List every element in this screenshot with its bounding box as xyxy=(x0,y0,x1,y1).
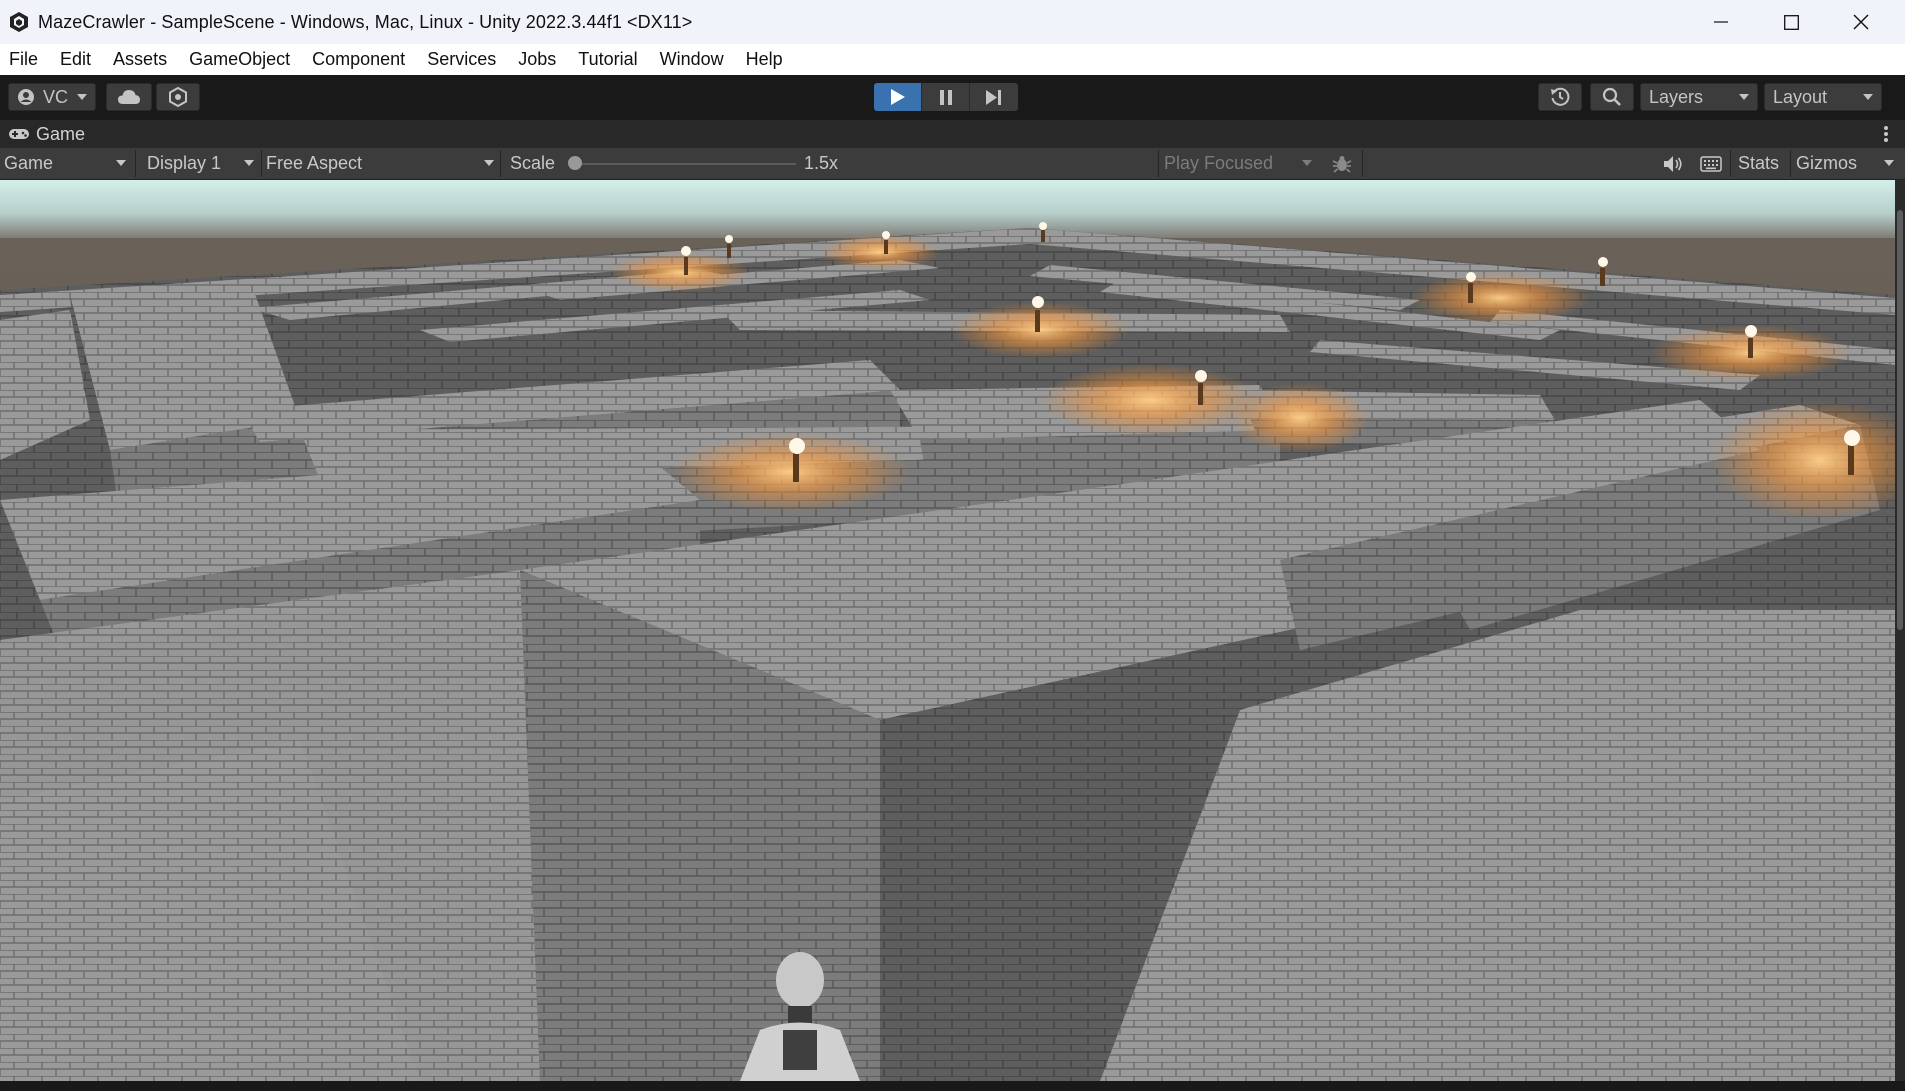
chevron-down-icon xyxy=(1884,160,1894,166)
gizmos-label: Gizmos xyxy=(1796,153,1858,173)
search-icon xyxy=(1602,87,1621,106)
menu-component[interactable]: Component xyxy=(301,44,416,75)
game-viewport[interactable] xyxy=(0,180,1895,1081)
gizmos-dropdown[interactable]: Gizmos xyxy=(1796,148,1896,179)
menu-help[interactable]: Help xyxy=(735,44,794,75)
menu-edit[interactable]: Edit xyxy=(49,44,102,75)
scale-slider-thumb[interactable] xyxy=(568,156,582,170)
scale-value: 1.5x xyxy=(804,153,839,173)
menu-bar: File Edit Assets GameObject Component Se… xyxy=(0,44,1905,75)
bug-icon xyxy=(1332,155,1352,173)
vc-dropdown[interactable]: VC xyxy=(8,83,96,111)
search-button[interactable] xyxy=(1590,83,1634,111)
layout-dropdown[interactable]: Layout xyxy=(1764,83,1882,111)
game-view-toolbar: Game Display 1 Free Aspect Scale 1.5x Pl… xyxy=(0,148,1905,180)
display-label: Display 1 xyxy=(147,153,222,173)
view-type-label: Game xyxy=(4,153,54,173)
viewport-scrollbar[interactable] xyxy=(1895,180,1905,1081)
chevron-down-icon xyxy=(484,160,494,166)
scale-label: Scale xyxy=(510,153,556,173)
tab-game[interactable]: Game xyxy=(0,120,85,148)
maze-scene-render xyxy=(0,180,1895,1081)
cloud-button[interactable] xyxy=(106,83,152,111)
unity-logo-icon xyxy=(10,12,28,32)
gamepad-icon xyxy=(9,129,29,139)
display-dropdown[interactable]: Display 1 xyxy=(138,148,260,179)
game-tab-header: Game xyxy=(0,120,1905,148)
services-icon xyxy=(169,87,187,107)
play-button[interactable] xyxy=(874,83,922,111)
chevron-down-icon xyxy=(1739,94,1749,100)
viewport-scrollbar-thumb[interactable] xyxy=(1897,210,1903,630)
mute-audio-button[interactable] xyxy=(1658,148,1688,179)
pause-icon xyxy=(939,89,952,105)
menu-services[interactable]: Services xyxy=(416,44,507,75)
close-button[interactable] xyxy=(1826,0,1896,44)
aspect-dropdown[interactable]: Free Aspect xyxy=(262,148,500,179)
scale-slider[interactable] xyxy=(568,148,806,179)
frame-debugger-button[interactable] xyxy=(1326,148,1358,179)
menu-jobs[interactable]: Jobs xyxy=(507,44,567,75)
maximize-icon xyxy=(1783,14,1799,30)
menu-gameobject[interactable]: GameObject xyxy=(178,44,301,75)
chevron-down-icon xyxy=(77,94,87,100)
aspect-label: Free Aspect xyxy=(266,153,363,173)
keyboard-icon xyxy=(1700,155,1722,172)
menu-tutorial[interactable]: Tutorial xyxy=(567,44,648,75)
layers-dropdown[interactable]: Layers xyxy=(1640,83,1758,111)
status-bar xyxy=(0,1081,1905,1091)
play-mode-label: Play Focused xyxy=(1164,153,1274,173)
undo-history-button[interactable] xyxy=(1538,83,1582,111)
pause-button[interactable] xyxy=(922,83,970,111)
minimize-button[interactable] xyxy=(1686,0,1756,44)
step-icon xyxy=(986,89,1001,105)
shortcuts-button[interactable] xyxy=(1695,148,1727,179)
view-type-dropdown[interactable]: Game xyxy=(0,148,132,179)
maximize-button[interactable] xyxy=(1756,0,1826,44)
stats-button[interactable]: Stats xyxy=(1738,148,1788,179)
tab-game-label: Game xyxy=(36,123,86,144)
minimize-icon xyxy=(1714,21,1728,23)
audio-icon xyxy=(1664,155,1682,172)
step-button[interactable] xyxy=(970,83,1018,111)
chevron-down-icon xyxy=(1302,160,1312,166)
close-icon xyxy=(1853,14,1869,30)
layers-label: Layers xyxy=(1649,86,1704,107)
playback-controls xyxy=(874,83,1018,111)
menu-assets[interactable]: Assets xyxy=(102,44,178,75)
account-icon xyxy=(18,89,34,105)
main-toolbar: VC Layers Layout xyxy=(0,75,1905,120)
menu-file[interactable]: File xyxy=(0,44,49,75)
window-title: MazeCrawler - SampleScene - Windows, Mac… xyxy=(38,11,693,32)
cloud-icon xyxy=(118,90,140,104)
menu-window[interactable]: Window xyxy=(649,44,735,75)
layout-label: Layout xyxy=(1773,86,1828,107)
vc-label: VC xyxy=(43,86,69,107)
scale-slider-track xyxy=(574,163,796,165)
play-icon xyxy=(890,89,905,105)
services-button[interactable] xyxy=(156,83,200,111)
history-icon xyxy=(1551,87,1570,106)
play-mode-dropdown[interactable]: Play Focused xyxy=(1160,148,1318,179)
chevron-down-icon xyxy=(244,160,254,166)
window-title-bar[interactable]: MazeCrawler - SampleScene - Windows, Mac… xyxy=(0,0,1905,45)
chevron-down-icon xyxy=(116,160,126,166)
chevron-down-icon xyxy=(1863,94,1873,100)
more-options-icon[interactable] xyxy=(1883,124,1889,144)
